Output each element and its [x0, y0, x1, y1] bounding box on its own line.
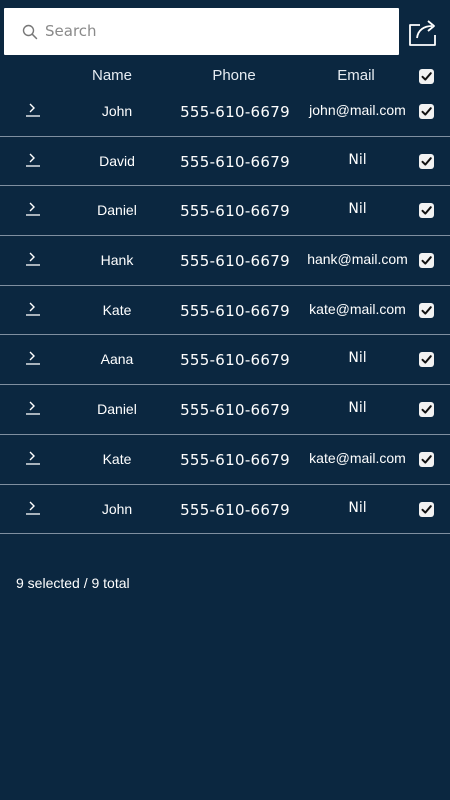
- contact-email: kate@mail.com: [309, 300, 406, 317]
- contact-email: john@mail.com: [309, 102, 406, 118]
- checkmark-icon: [421, 305, 432, 315]
- checkmark-icon: [421, 504, 432, 514]
- checkmark-icon: [421, 455, 432, 464]
- share-button[interactable]: [407, 17, 439, 47]
- contact-name: Daniel: [97, 401, 137, 418]
- chevron-right-icon[interactable]: [24, 399, 42, 417]
- contact-phone: 555-610-6679: [180, 401, 290, 420]
- chevron-right-icon[interactable]: [24, 200, 42, 218]
- contact-email: Nil: [348, 400, 367, 417]
- checkmark-icon: [421, 355, 432, 365]
- contact-name: John: [101, 500, 133, 517]
- chevron-right-icon[interactable]: [24, 101, 42, 119]
- contact-email: Nil: [348, 350, 367, 367]
- table-row[interactable]: Kate 555-610-6679 kate@mail.com: [0, 286, 450, 336]
- chevron-right-icon[interactable]: [24, 300, 42, 318]
- share-icon: [409, 20, 436, 46]
- table-row[interactable]: Daniel 555-610-6679 Nil: [0, 186, 450, 237]
- row-checkbox[interactable]: [419, 302, 434, 318]
- table-header: Name Phone Email: [0, 62, 450, 90]
- row-checkbox[interactable]: [419, 253, 434, 269]
- checkmark-icon: [421, 72, 432, 81]
- table-row[interactable]: Aana 555-610-6679 Nil: [0, 335, 450, 386]
- row-checkbox[interactable]: [419, 203, 434, 219]
- checkmark-icon: [421, 256, 432, 265]
- contact-phone: 555-610-6679: [180, 450, 290, 469]
- row-checkbox[interactable]: [419, 451, 434, 467]
- chevron-right-icon[interactable]: [24, 499, 42, 517]
- contact-name: John: [101, 103, 133, 119]
- contact-phone: 555-610-6679: [180, 252, 290, 271]
- checkmark-icon: [421, 206, 432, 215]
- row-checkbox[interactable]: [419, 402, 434, 418]
- contact-email: Nil: [348, 499, 367, 516]
- contact-email: Nil: [348, 151, 367, 168]
- top-bar: [0, 0, 450, 62]
- table-row[interactable]: Hank 555-610-6679 hank@mail.com: [0, 236, 450, 286]
- checkmark-icon: [421, 107, 432, 116]
- column-header-name[interactable]: Name: [62, 67, 162, 84]
- chevron-right-icon[interactable]: [24, 349, 42, 367]
- contact-phone: 555-610-6679: [180, 202, 290, 221]
- column-header-email[interactable]: Email: [300, 67, 412, 84]
- chevron-right-icon[interactable]: [24, 449, 42, 467]
- checkmark-icon: [421, 156, 432, 166]
- search-input[interactable]: [45, 16, 375, 46]
- row-checkbox[interactable]: [419, 352, 434, 368]
- contact-list: John 555-610-6679 john@mail.com David 555-61…: [0, 87, 450, 535]
- contact-phone: 555-610-6679: [180, 301, 290, 320]
- contact-name: David: [99, 152, 135, 169]
- contact-phone: 555-610-6679: [180, 103, 290, 121]
- contact-email: kate@mail.com: [309, 449, 406, 466]
- contact-phone: 555-610-6679: [180, 152, 290, 171]
- contact-phone: 555-610-6679: [180, 351, 290, 370]
- row-checkbox[interactable]: [419, 104, 434, 119]
- contact-name: Kate: [102, 450, 132, 467]
- search-icon: [22, 24, 38, 40]
- selection-status: 9 selected / 9 total: [16, 575, 130, 591]
- table-row[interactable]: David 555-610-6679 Nil: [0, 137, 450, 187]
- table-row[interactable]: Kate 555-610-6679 kate@mail.com: [0, 435, 450, 485]
- contact-phone: 555-610-6679: [180, 500, 290, 519]
- table-row[interactable]: John 555-610-6679 Nil: [0, 485, 450, 535]
- contact-name: Daniel: [97, 202, 137, 219]
- contact-email: Nil: [348, 201, 367, 218]
- search-box[interactable]: [4, 8, 399, 55]
- chevron-right-icon[interactable]: [24, 250, 42, 268]
- contact-name: Hank: [100, 252, 134, 269]
- contact-name: Kate: [102, 301, 132, 318]
- row-checkbox[interactable]: [419, 501, 434, 517]
- contact-email: hank@mail.com: [307, 251, 408, 268]
- table-row[interactable]: John 555-610-6679 john@mail.com: [0, 87, 450, 137]
- column-header-phone[interactable]: Phone: [175, 67, 293, 84]
- chevron-right-icon[interactable]: [24, 151, 42, 169]
- checkmark-icon: [421, 405, 432, 414]
- table-row[interactable]: Daniel 555-610-6679 Nil: [0, 385, 450, 435]
- contact-name: Aana: [100, 351, 134, 368]
- row-checkbox[interactable]: [419, 153, 434, 169]
- select-all-checkbox[interactable]: [419, 69, 434, 84]
